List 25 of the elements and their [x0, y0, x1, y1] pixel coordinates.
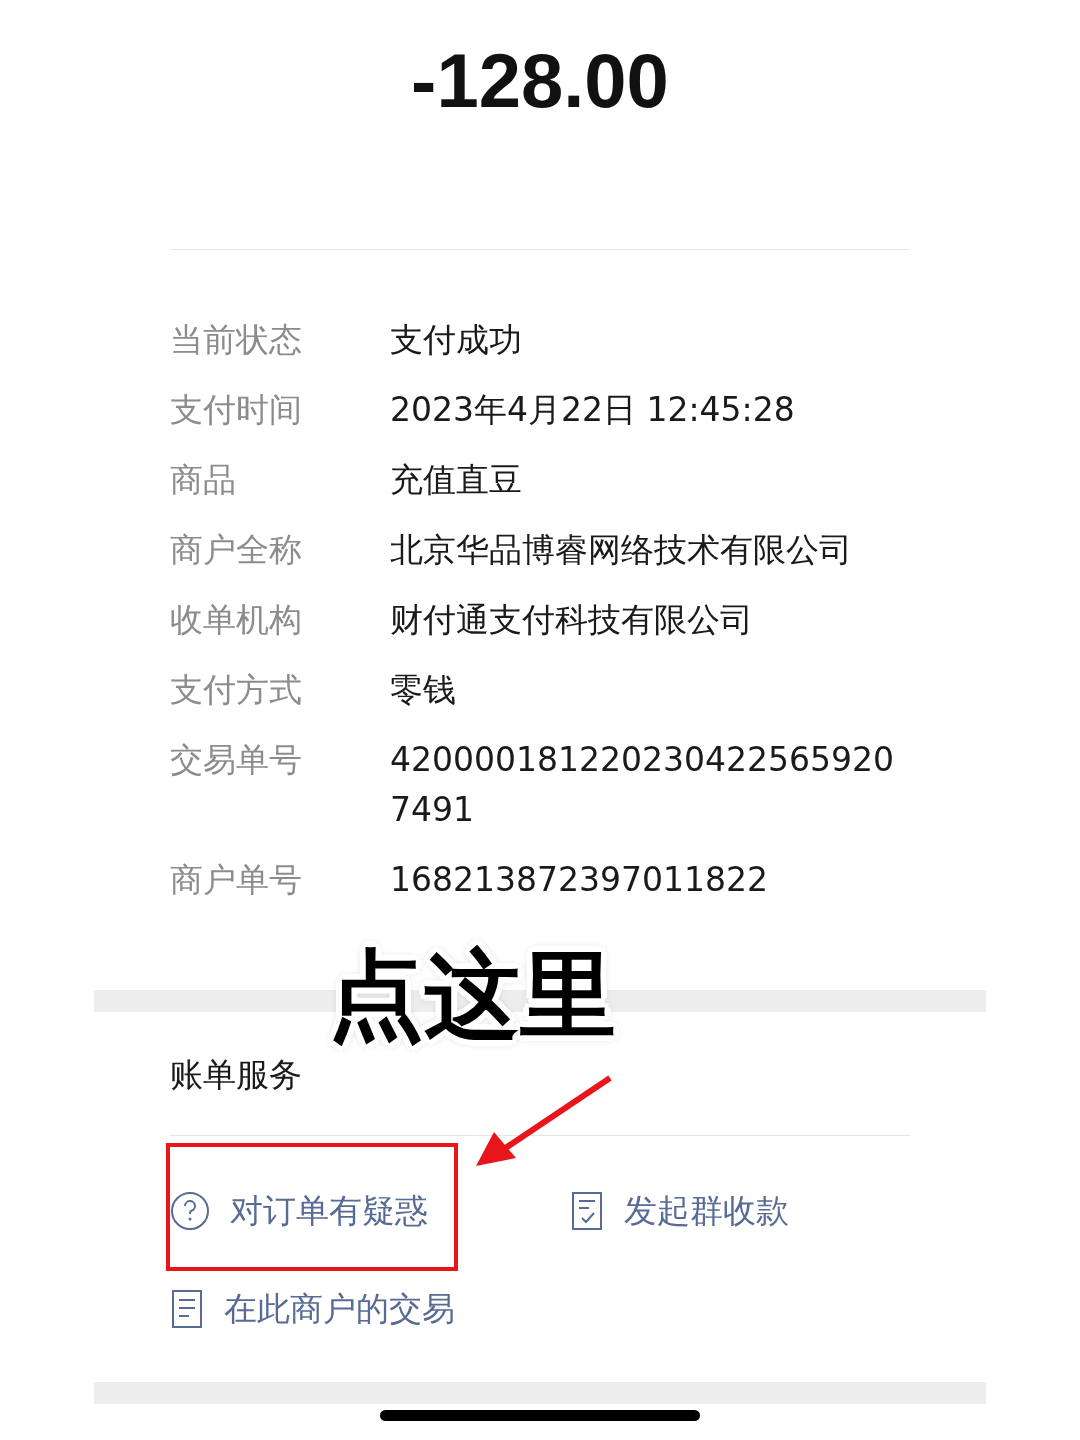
detail-label: 支付时间: [170, 389, 303, 431]
service-link[interactable]: 在此商户的交易: [170, 1284, 570, 1334]
checked-document-icon: [570, 1191, 604, 1231]
detail-value: 充值直豆: [390, 459, 523, 501]
detail-label: 交易单号: [170, 739, 303, 781]
callout-text: 点这里: [328, 938, 616, 1053]
detail-label: 当前状态: [170, 319, 303, 361]
detail-value: 北京华品博睿网络技术有限公司: [390, 529, 853, 571]
detail-value: 2023年4月22日 12:45:28: [390, 389, 796, 431]
detail-value: 财付通支付科技有限公司: [390, 599, 754, 641]
payment-amount: -128.00: [410, 37, 670, 125]
service-link[interactable]: 发起群收款: [570, 1186, 910, 1236]
document-icon: [170, 1289, 204, 1329]
detail-value: 零钱: [390, 669, 457, 711]
detail-value: 168213872397011822: [390, 859, 769, 901]
detail-label: 支付方式: [170, 669, 303, 711]
service-link[interactable]: 对订单有疑惑: [170, 1186, 570, 1236]
detail-value: 4200001812202304225659207491: [390, 739, 895, 831]
detail-label: 商品: [170, 459, 237, 501]
section-title: 账单服务: [170, 1054, 302, 1096]
detail-value: 支付成功: [390, 319, 523, 361]
detail-label: 收单机构: [170, 599, 303, 641]
help-icon: [170, 1191, 210, 1231]
detail-label: 商户单号: [170, 859, 303, 901]
detail-label: 商户全称: [170, 529, 303, 571]
